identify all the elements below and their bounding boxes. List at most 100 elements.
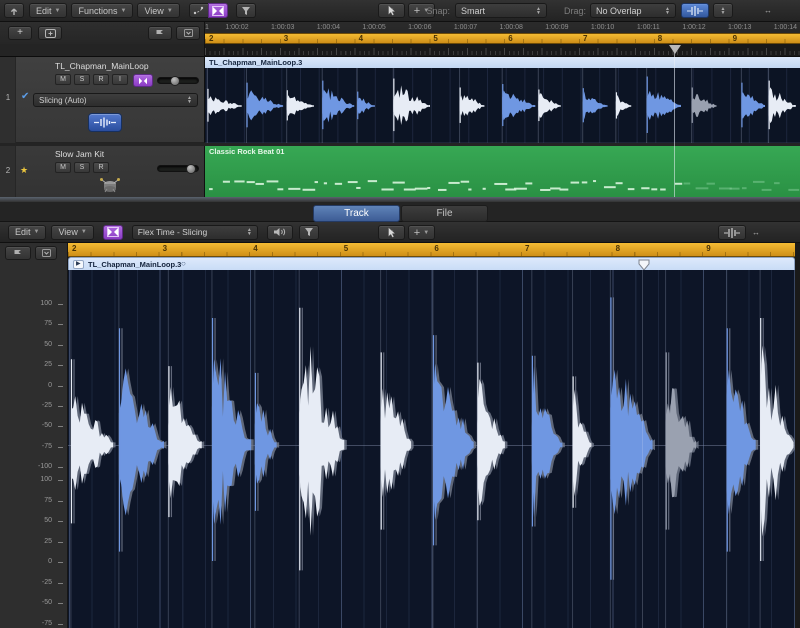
track-name[interactable]: TL_Chapman_MainLoop bbox=[55, 61, 149, 71]
editor-filter-button[interactable]: ▼ bbox=[299, 225, 319, 240]
flex-button[interactable] bbox=[208, 3, 228, 18]
scale-tick bbox=[58, 624, 63, 625]
logic-pro-window: Edit ▼ Functions ▼ View ▼ ▼ bbox=[0, 0, 800, 628]
scale-value: -25 bbox=[0, 579, 52, 586]
time-label: 1:00:03 bbox=[263, 24, 303, 31]
track-number: 2 bbox=[0, 166, 16, 175]
bar-number: 4 bbox=[359, 34, 363, 43]
cycle-region-bar[interactable]: 23456789 bbox=[205, 33, 800, 44]
time-label: 1:00:07 bbox=[446, 24, 486, 31]
drag-dropdown[interactable]: No Overlap ▲▼ bbox=[590, 3, 676, 18]
scale-tick bbox=[58, 406, 63, 407]
editor-pointer-tool-button[interactable]: ▼ bbox=[378, 225, 405, 240]
editor-tab-bar: Track File bbox=[0, 202, 800, 222]
track-name[interactable]: Slow Jam Kit bbox=[55, 149, 104, 159]
track-s-button[interactable]: S bbox=[74, 74, 90, 85]
region-waveform bbox=[205, 68, 800, 143]
flex-icon bbox=[212, 6, 224, 16]
tab-track[interactable]: Track bbox=[313, 205, 400, 222]
time-label: 1:00:14 bbox=[765, 24, 800, 31]
track-buttons: MSRI bbox=[55, 74, 131, 85]
chevron-down-icon: ▼ bbox=[55, 8, 61, 14]
flex-time-dropdown[interactable]: Flex Time - Slicing ▲▼ bbox=[132, 225, 258, 240]
editor-wave-area[interactable] bbox=[68, 270, 795, 628]
volume-slider[interactable] bbox=[157, 165, 199, 172]
time-label: 1:00:04 bbox=[308, 24, 348, 31]
stepper-icon: ▲▼ bbox=[187, 96, 192, 104]
editor-waveform bbox=[68, 270, 795, 628]
edit-menu[interactable]: Edit ▼ bbox=[29, 3, 67, 18]
snap-dropdown[interactable]: Smart ▲▼ bbox=[455, 3, 547, 18]
track-filter-button[interactable]: ▼ bbox=[236, 3, 256, 18]
tab-file[interactable]: File bbox=[401, 205, 488, 222]
region-play-button[interactable]: ▶ bbox=[73, 260, 84, 269]
editor-secondary-tool-button[interactable]: + ▼ bbox=[408, 225, 435, 240]
editor-region-button[interactable] bbox=[5, 246, 31, 260]
editor-edit-label: Edit bbox=[15, 227, 31, 237]
editor-edit-menu[interactable]: Edit ▼ bbox=[8, 225, 46, 240]
time-ruler[interactable]: 11:00:021:00:031:00:041:00:051:00:061:00… bbox=[0, 22, 800, 33]
editor-waveform-zoom-button[interactable] bbox=[718, 225, 746, 240]
editor-region-header[interactable]: ▶ TL_Chapman_MainLoop.3 ○ bbox=[68, 257, 795, 270]
track-buttons: MSR bbox=[55, 162, 112, 173]
volume-slider[interactable] bbox=[157, 77, 199, 84]
track-r-button[interactable]: R bbox=[93, 162, 109, 173]
automation-button[interactable] bbox=[189, 3, 209, 18]
waveform-zoom-button[interactable] bbox=[681, 3, 709, 18]
track-m-button[interactable]: M bbox=[55, 74, 71, 85]
checkmark-icon[interactable]: ✔ bbox=[21, 91, 29, 102]
time-label: 1:00:11 bbox=[628, 24, 668, 31]
flex-mode-dropdown[interactable]: Slicing (Auto) ▲▼ bbox=[33, 93, 198, 107]
anchor-circle-icon[interactable]: ○ bbox=[181, 259, 186, 268]
track-s-button[interactable]: S bbox=[74, 162, 90, 173]
playhead-line[interactable] bbox=[674, 49, 675, 197]
hierarchy-button[interactable] bbox=[4, 3, 24, 18]
playhead-marker[interactable] bbox=[669, 45, 681, 54]
scale-tick bbox=[58, 447, 63, 448]
bar-number: 7 bbox=[583, 34, 587, 43]
scale-value: 100 bbox=[0, 476, 52, 483]
pointer-tool-button[interactable]: ▼ bbox=[378, 3, 405, 18]
bar-number: 9 bbox=[706, 244, 710, 253]
subdivision-ruler[interactable] bbox=[205, 44, 800, 57]
track-flex-button[interactable] bbox=[133, 74, 153, 87]
track-header-1[interactable]: 1 ✔ TL_Chapman_MainLoop MSRI Slicing (Au… bbox=[0, 57, 205, 143]
track-i-button[interactable]: I bbox=[112, 74, 128, 85]
midi-region[interactable]: Classic Rock Beat 01 bbox=[205, 146, 800, 197]
track-header-2[interactable]: 2 ★ Slow Jam Kit MSR bbox=[0, 146, 205, 197]
catch-playhead-button[interactable] bbox=[35, 246, 57, 260]
scale-value: 75 bbox=[0, 497, 52, 504]
track-m-button[interactable]: M bbox=[55, 162, 71, 173]
volume-knob[interactable] bbox=[170, 76, 180, 86]
bar-number: 6 bbox=[434, 244, 438, 253]
scale-tick bbox=[58, 324, 63, 325]
track-number-column: 2 bbox=[0, 146, 16, 197]
editor-view-menu[interactable]: View ▼ bbox=[51, 225, 93, 240]
drum-kit-icon bbox=[98, 177, 122, 194]
play-icon: ▶ bbox=[76, 260, 81, 267]
prelisten-button[interactable] bbox=[267, 225, 293, 240]
functions-menu-label: Functions bbox=[78, 6, 117, 16]
vertical-zoom-button[interactable]: ▲▼ bbox=[713, 3, 733, 18]
tab-track-label: Track bbox=[344, 208, 369, 219]
editor-region-name: TL_Chapman_MainLoop.3 bbox=[88, 260, 181, 269]
track-icon-button[interactable] bbox=[88, 113, 122, 132]
scale-value: 50 bbox=[0, 341, 52, 348]
drag-label: Drag: bbox=[556, 6, 586, 16]
editor-bar-ruler[interactable]: 234567891 bbox=[68, 243, 800, 257]
flex-mode-value: Slicing (Auto) bbox=[39, 96, 87, 105]
beat-ticks bbox=[205, 39, 800, 43]
star-icon[interactable]: ★ bbox=[20, 165, 28, 176]
volume-knob[interactable] bbox=[186, 164, 196, 174]
pointer-tool-icon bbox=[387, 227, 396, 238]
scale-value: -75 bbox=[0, 443, 52, 450]
tab-file-label: File bbox=[436, 208, 452, 219]
view-menu[interactable]: View ▼ bbox=[137, 3, 179, 18]
time-label: 1:00:09 bbox=[537, 24, 577, 31]
audio-region[interactable]: TL_Chapman_MainLoop.3 bbox=[205, 57, 800, 143]
hierarchy-icon bbox=[9, 6, 19, 16]
time-label: 1:00:13 bbox=[720, 24, 760, 31]
editor-flex-button[interactable] bbox=[103, 225, 123, 240]
functions-menu[interactable]: Functions ▼ bbox=[71, 3, 133, 18]
track-r-button[interactable]: R bbox=[93, 74, 109, 85]
